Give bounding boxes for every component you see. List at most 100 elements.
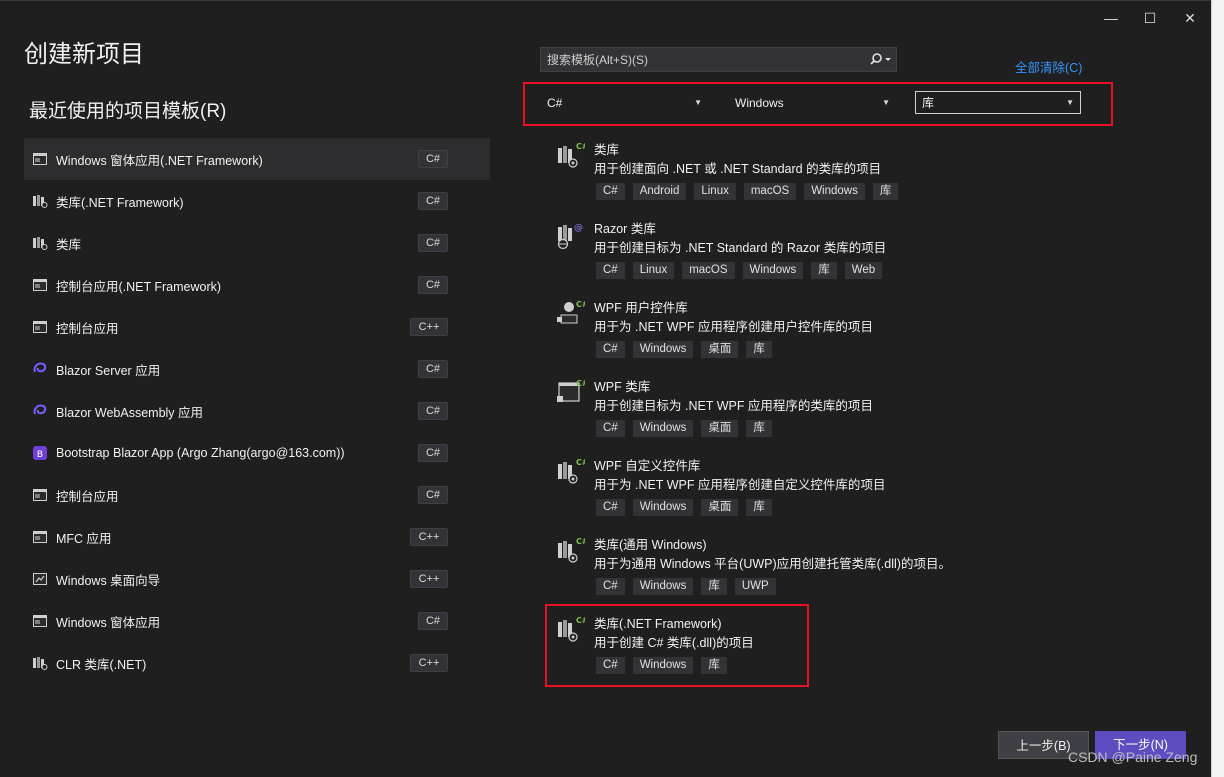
recent-template-label: Windows 窗体应用 bbox=[56, 615, 161, 630]
template-tags: C# Android Linux macOS Windows 库 bbox=[596, 183, 899, 200]
template-tag: Windows bbox=[742, 262, 804, 279]
template-tag: UWP bbox=[734, 578, 776, 595]
search-box[interactable] bbox=[540, 47, 897, 72]
template-description: 用于为通用 Windows 平台(UWP)应用创建托管类库(.dll)的项目。 bbox=[594, 557, 951, 571]
language-tag: C# bbox=[418, 276, 448, 294]
razor-library-icon: @ bbox=[555, 220, 585, 250]
template-item[interactable]: C# WPF 类库用于创建目标为 .NET WPF 应用程序的类库的项目 C# Win… bbox=[545, 370, 1145, 449]
recent-template-item[interactable]: B Bootstrap Blazor App (Argo Zhang(argo@1… bbox=[24, 432, 490, 474]
recent-template-item[interactable]: 类库(.NET Framework) C# bbox=[24, 180, 490, 222]
recent-template-item[interactable]: CLR 类库(.NET) C++ bbox=[24, 642, 490, 684]
svg-text:C#: C# bbox=[576, 142, 585, 151]
recent-template-label: 控制台应用 bbox=[56, 321, 119, 336]
recent-template-item[interactable]: 控制台应用 C++ bbox=[24, 306, 490, 348]
svg-text:C#: C# bbox=[576, 537, 585, 546]
recent-template-item[interactable]: 控制台应用 C# bbox=[24, 474, 490, 516]
console-app-icon bbox=[32, 319, 48, 335]
search-icon[interactable] bbox=[864, 48, 896, 71]
template-tag: 库 bbox=[701, 578, 727, 595]
recent-template-item[interactable]: Windows 窗体应用(.NET Framework) C# bbox=[24, 138, 490, 180]
template-tag: 桌面 bbox=[701, 420, 739, 437]
recent-template-item[interactable]: Windows 窗体应用 C# bbox=[24, 600, 490, 642]
blazor-icon bbox=[32, 403, 48, 419]
recent-template-label: CLR 类库(.NET) bbox=[56, 657, 147, 672]
template-name: WPF 类库 bbox=[594, 380, 651, 394]
recent-template-label: Bootstrap Blazor App (Argo Zhang(argo@16… bbox=[56, 446, 345, 460]
template-description: 用于创建目标为 .NET WPF 应用程序的类库的项目 bbox=[594, 399, 873, 413]
wpf-library-icon: C# bbox=[555, 378, 585, 408]
language-tag: C# bbox=[418, 486, 448, 504]
page-title: 创建新项目 bbox=[24, 41, 144, 68]
template-tag: Windows bbox=[632, 578, 694, 595]
recent-templates-list: Windows 窗体应用(.NET Framework) C# 类库(.NET Fr… bbox=[24, 138, 490, 703]
svg-text:B: B bbox=[37, 450, 43, 460]
recent-template-item[interactable]: Windows 桌面向导 C++ bbox=[24, 558, 490, 600]
maximize-button[interactable]: ☐ bbox=[1135, 7, 1165, 29]
template-tag: 库 bbox=[872, 183, 899, 200]
template-tag: 桌面 bbox=[701, 499, 739, 516]
template-tags: C# Linux macOS Windows 库 Web bbox=[596, 262, 883, 279]
recent-template-label: 类库(.NET Framework) bbox=[56, 195, 184, 210]
language-tag: C# bbox=[418, 612, 448, 630]
template-description: 用于创建目标为 .NET Standard 的 Razor 类库的项目 bbox=[594, 241, 887, 255]
winforms-icon bbox=[32, 151, 48, 167]
template-name: 类库 bbox=[594, 143, 620, 157]
template-tag: Linux bbox=[694, 183, 736, 200]
template-list-fade bbox=[545, 691, 1145, 705]
language-tag: C++ bbox=[410, 318, 448, 336]
template-tag: Windows bbox=[632, 341, 694, 358]
svg-text:C#: C# bbox=[576, 458, 585, 467]
recent-template-label: Blazor Server 应用 bbox=[56, 363, 161, 378]
background-strip bbox=[1211, 0, 1224, 777]
selected-template-annotation bbox=[545, 604, 809, 687]
template-tags: C# Windows 桌面库 bbox=[596, 341, 772, 358]
filter-highlight-annotation bbox=[523, 82, 1113, 126]
desktop-wizard-icon bbox=[32, 571, 48, 587]
recent-template-label: MFC 应用 bbox=[56, 531, 112, 546]
recent-template-item[interactable]: 类库 C# bbox=[24, 222, 490, 264]
template-item[interactable]: C# 类库用于创建面向 .NET 或 .NET Standard 的类库的项目 C#… bbox=[545, 133, 1145, 212]
language-tag: C# bbox=[418, 234, 448, 252]
mfc-app-icon bbox=[32, 529, 48, 545]
search-input[interactable] bbox=[541, 48, 864, 71]
svg-text:C#: C# bbox=[576, 379, 585, 388]
template-item[interactable]: C# WPF 用户控件库用于为 .NET WPF 应用程序创建用户控件库的项目 C#… bbox=[545, 291, 1145, 370]
console-app-icon bbox=[32, 487, 48, 503]
class-library-icon: C# bbox=[555, 141, 585, 171]
language-tag: C++ bbox=[410, 570, 448, 588]
recent-template-label: 类库 bbox=[56, 237, 82, 252]
minimize-button[interactable]: — bbox=[1096, 7, 1126, 29]
recent-template-label: Windows 桌面向导 bbox=[56, 573, 161, 588]
watermark: CSDN @Paine Zeng bbox=[1068, 749, 1198, 765]
language-tag: C# bbox=[418, 402, 448, 420]
template-tags: C# Windows 桌面库 bbox=[596, 420, 772, 437]
create-project-window: — ☐ ✕ 创建新项目 最近使用的项目模板(R) Windows 窗体应用(.N… bbox=[0, 0, 1211, 777]
clear-all-link[interactable]: 全部清除(C) bbox=[1015, 57, 1082, 76]
clr-library-icon bbox=[32, 655, 48, 671]
console-app-icon bbox=[32, 277, 48, 293]
language-tag: C++ bbox=[410, 528, 448, 546]
template-item[interactable]: @ Razor 类库 用于创建目标为 .NET Standard 的 Razor 类… bbox=[545, 212, 1145, 291]
recent-template-item[interactable]: Blazor Server 应用 C# bbox=[24, 348, 490, 390]
close-button[interactable]: ✕ bbox=[1175, 7, 1205, 29]
template-tag: C# bbox=[596, 578, 625, 595]
template-tag: macOS bbox=[743, 183, 797, 200]
language-tag: C# bbox=[418, 192, 448, 210]
template-item[interactable]: C# 类库(通用 Windows) 用于为通用 Windows 平台(UWP)应用创… bbox=[545, 528, 1145, 607]
language-tag: C# bbox=[418, 150, 448, 168]
template-tag: 库 bbox=[746, 341, 772, 358]
language-tag: C# bbox=[418, 360, 448, 378]
recent-template-item[interactable]: 控制台应用(.NET Framework) C# bbox=[24, 264, 490, 306]
recent-template-item[interactable]: MFC 应用 C++ bbox=[24, 516, 490, 558]
template-item[interactable]: C# WPF 自定义控件库用于为 .NET WPF 应用程序创建自定义控件库的项目… bbox=[545, 449, 1145, 528]
template-description: 用于为 .NET WPF 应用程序创建用户控件库的项目 bbox=[594, 320, 873, 334]
template-tag: C# bbox=[596, 183, 625, 200]
class-library-icon bbox=[32, 235, 48, 251]
template-tag: 库 bbox=[811, 262, 837, 279]
template-tag: Web bbox=[844, 262, 883, 279]
recent-template-item[interactable]: Blazor WebAssembly 应用 C# bbox=[24, 390, 490, 432]
template-tag: C# bbox=[596, 420, 625, 437]
blazor-icon bbox=[32, 361, 48, 377]
template-tag: C# bbox=[596, 499, 625, 516]
template-name: 类库(通用 Windows) bbox=[594, 538, 707, 552]
